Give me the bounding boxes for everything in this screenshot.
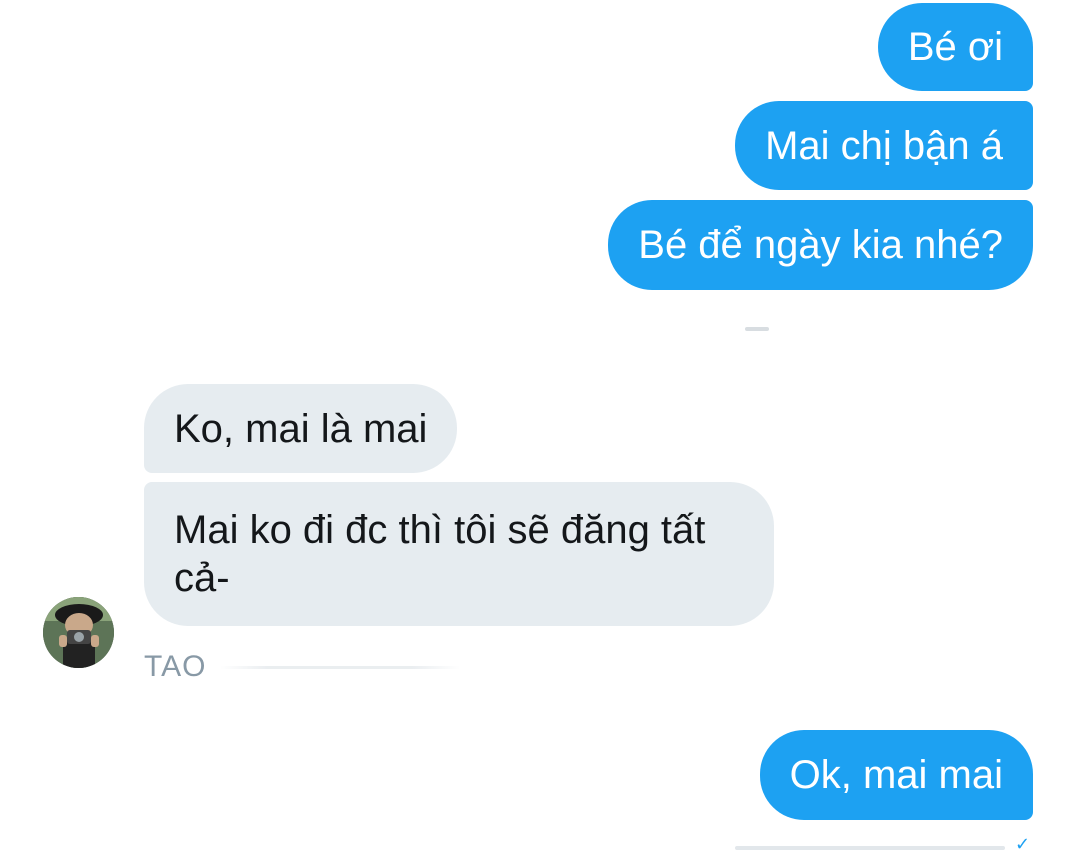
message-text: Bé ơi: [907, 25, 1003, 69]
message-timestamp-faint: [220, 665, 461, 669]
user-avatar-icon[interactable]: [43, 597, 114, 668]
message-text: Bé để ngày kia nhé?: [638, 223, 1003, 267]
message-text: Ok, mai mai: [789, 753, 1003, 797]
incoming-message[interactable]: Mai ko đi đc thì tôi sẽ đăng tất cả-: [144, 482, 774, 626]
outgoing-message[interactable]: Bé để ngày kia nhé?: [608, 200, 1033, 290]
message-timestamp-faint: [745, 327, 769, 331]
avatar-image: [43, 597, 114, 668]
message-timestamp-faint: [735, 846, 1005, 850]
read-check-icon: ✓: [1015, 834, 1031, 854]
outgoing-message[interactable]: Mai chị bận á: [735, 101, 1033, 190]
sender-info: TAO: [144, 650, 461, 684]
outgoing-message[interactable]: Ok, mai mai: [759, 730, 1033, 820]
message-text: Ko, mai là mai: [174, 406, 428, 451]
outgoing-message[interactable]: Bé ơi: [877, 3, 1033, 91]
message-text: Mai chị bận á: [765, 123, 1003, 168]
sender-name[interactable]: TAO: [144, 650, 206, 684]
message-text: Mai ko đi đc thì tôi sẽ đăng tất cả-: [174, 508, 706, 600]
incoming-message[interactable]: Ko, mai là mai: [144, 384, 458, 473]
